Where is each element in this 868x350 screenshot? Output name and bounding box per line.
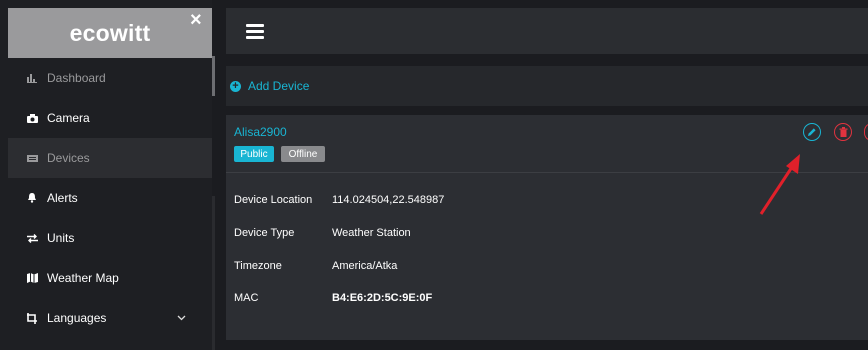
info-value: Weather Station <box>332 227 411 239</box>
sidebar-nav: Dashboard Camera Devices Alerts Units We… <box>8 58 212 338</box>
edit-device-button[interactable] <box>803 123 821 141</box>
pencil-icon <box>808 128 816 136</box>
sidebar-item-label: Weather Map <box>47 271 119 285</box>
public-badge: Public <box>234 146 274 162</box>
logo: ecowitt <box>69 19 151 46</box>
delete-device-button[interactable] <box>834 123 852 141</box>
chevron-down-icon[interactable] <box>177 313 186 324</box>
device-name-link[interactable]: Alisa2900 <box>234 125 287 139</box>
add-device-bar: + Add Device <box>226 66 868 106</box>
plus-circle-icon[interactable]: + <box>230 80 241 92</box>
swap-arrows-icon <box>27 233 43 243</box>
devices-icon <box>27 154 43 163</box>
sidebar-item-devices[interactable]: Devices <box>8 138 212 178</box>
sidebar-item-units[interactable]: Units <box>8 218 212 258</box>
info-label: Device Location <box>234 194 313 206</box>
sidebar-item-label: Dashboard <box>47 71 106 85</box>
map-icon <box>27 273 43 283</box>
menu-icon[interactable] <box>246 24 264 39</box>
sidebar-item-alerts[interactable]: Alerts <box>8 178 212 218</box>
top-bar <box>226 8 868 54</box>
info-value: 114.024504,22.548987 <box>332 194 445 206</box>
device-card: Alisa2900 Public Offline Device Location… <box>226 115 868 340</box>
info-label: Timezone <box>234 260 282 272</box>
sidebar-item-label: Devices <box>47 151 90 165</box>
bell-icon <box>27 193 43 203</box>
annotation-arrow <box>759 154 800 215</box>
sidebar-item-label: Camera <box>47 111 90 125</box>
bar-chart-icon <box>27 73 43 83</box>
close-sidebar-icon[interactable]: × <box>190 9 202 32</box>
sidebar-item-label: Alerts <box>47 191 78 205</box>
offline-badge: Offline <box>281 146 325 162</box>
languages-icon <box>27 312 43 324</box>
trash-icon <box>839 127 847 137</box>
sidebar-scrollbar-thumb[interactable] <box>212 56 215 96</box>
sidebar-item-languages[interactable]: Languages <box>8 298 212 338</box>
sidebar-scrollbar-track[interactable] <box>212 196 215 350</box>
info-label: MAC <box>234 292 259 304</box>
more-action-button[interactable] <box>864 123 868 141</box>
logo-bar: ecowitt <box>8 8 212 58</box>
sidebar: ecowitt × Dashboard Camera Devices Alert <box>0 0 212 350</box>
info-value: America/Atka <box>332 260 398 272</box>
info-value: B4:E6:2D:5C:9E:0F <box>332 292 433 304</box>
add-device-link[interactable]: Add Device <box>248 79 309 93</box>
sidebar-item-dashboard[interactable]: Dashboard <box>8 58 212 98</box>
sidebar-item-label: Units <box>47 231 75 245</box>
sidebar-item-label: Languages <box>47 311 107 325</box>
sidebar-item-camera[interactable]: Camera <box>8 98 212 138</box>
info-label: Device Type <box>234 227 295 239</box>
camera-icon <box>27 113 43 123</box>
sidebar-item-weather-map[interactable]: Weather Map <box>8 258 212 298</box>
